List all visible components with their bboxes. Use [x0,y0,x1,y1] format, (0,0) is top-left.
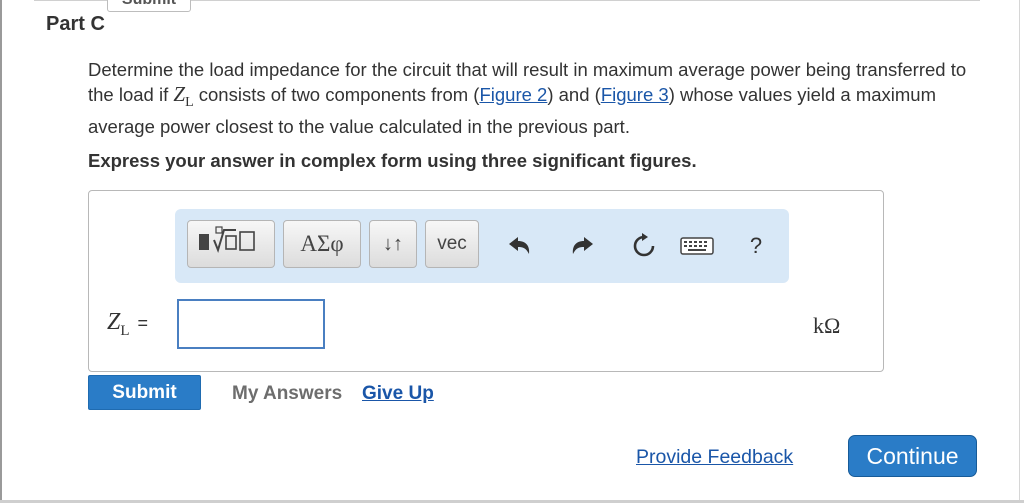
figure-2-link[interactable]: Figure 2 [479,84,547,105]
part-title: Part C [46,13,105,35]
math-toolbar: ΑΣφ ↓↑ vec ? [175,209,789,283]
templates-button[interactable] [187,220,275,268]
vector-button[interactable]: vec [425,220,479,268]
answer-instruction: Express your answer in complex form usin… [88,150,697,171]
answer-variable-label: ZL = [107,309,149,339]
provide-feedback-link[interactable]: Provide Feedback [636,446,793,469]
answer-input[interactable] [177,299,325,349]
submit-button[interactable]: Submit [88,375,201,410]
templates-icon [196,224,266,264]
frame-right-border [1019,0,1020,503]
my-answers-link[interactable]: My Answers [232,383,342,405]
question-text-middle: consists of two components from ( [193,84,480,105]
redo-icon[interactable] [567,231,597,261]
reset-icon[interactable] [629,231,659,261]
answer-panel: ΑΣφ ↓↑ vec ? ZL = kΩ [88,190,884,372]
keyboard-icon[interactable] [679,231,715,261]
undo-icon[interactable] [505,231,535,261]
figure-3-link[interactable]: Figure 3 [601,84,669,105]
continue-button[interactable]: Continue [848,435,977,477]
answer-unit: kΩ [813,313,841,338]
zl-symbol-inline: ZL [173,82,194,111]
question-text-and: ) and ( [547,84,601,105]
question-text: Determine the load impedance for the cir… [88,58,968,139]
give-up-link[interactable]: Give Up [362,383,434,405]
previous-submit-button[interactable]: Submit [107,0,191,12]
help-button[interactable]: ? [741,231,771,261]
greek-symbols-button[interactable]: ΑΣφ [283,220,361,268]
frame-left-border [0,0,2,503]
arrows-button[interactable]: ↓↑ [369,220,417,268]
